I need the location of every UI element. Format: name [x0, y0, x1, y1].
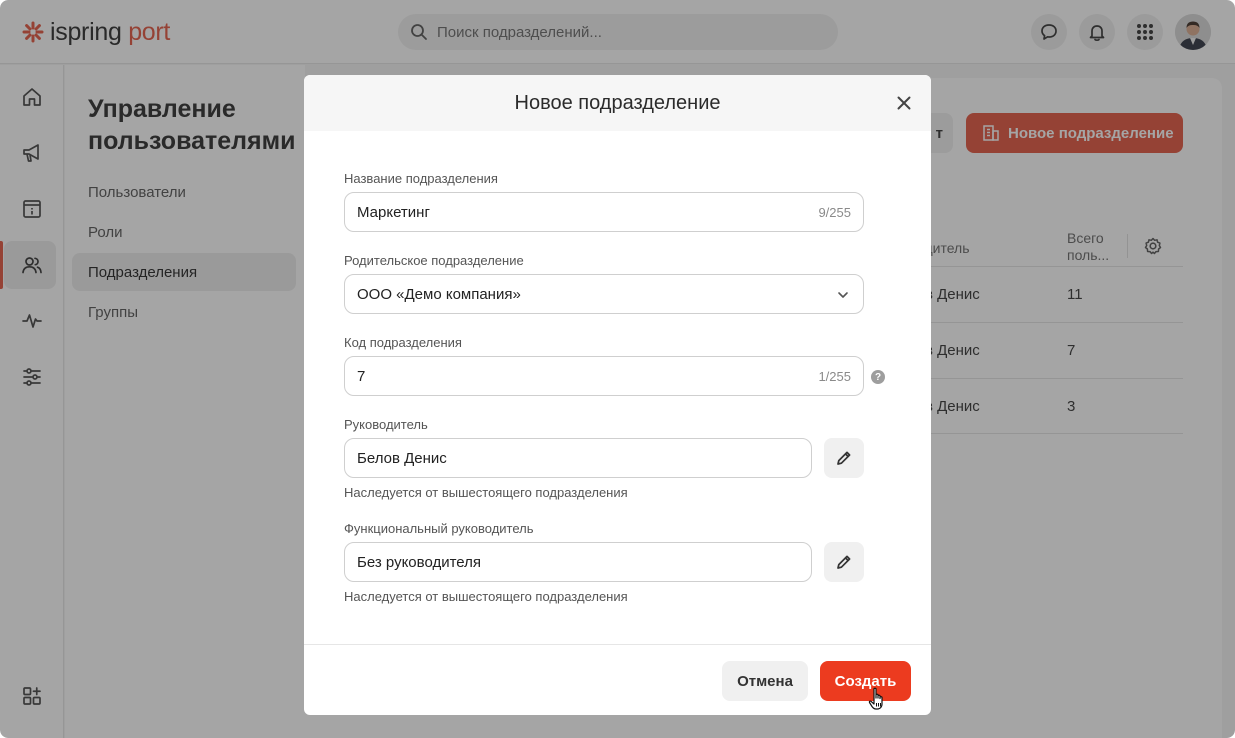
- chevron-down-icon: [838, 292, 848, 298]
- hand-cursor-icon: [868, 687, 883, 710]
- func-head-hint: Наследуется от вышестоящего подразделени…: [344, 589, 628, 604]
- parent-department-value: ООО «Демо компания»: [357, 285, 521, 303]
- create-button[interactable]: Создать: [820, 661, 911, 701]
- head-hint: Наследуется от вышестоящего подразделени…: [344, 485, 628, 500]
- head-value: Белов Денис: [357, 449, 447, 467]
- close-button[interactable]: [892, 91, 916, 115]
- department-code-input[interactable]: 7 1/255: [344, 356, 864, 396]
- head-field[interactable]: Белов Денис: [344, 438, 812, 478]
- dialog-header: Новое подразделение: [304, 75, 931, 131]
- name-char-counter: 9/255: [818, 205, 851, 220]
- code-label: Код подразделения: [344, 335, 462, 350]
- close-icon: [897, 96, 911, 110]
- func-head-label: Функциональный руководитель: [344, 521, 534, 536]
- edit-head-button[interactable]: [824, 438, 864, 478]
- functional-head-value: Без руководителя: [357, 553, 482, 571]
- department-name-value: Маркетинг: [357, 203, 430, 221]
- parent-department-select[interactable]: ООО «Демо компания»: [344, 274, 864, 314]
- pencil-icon: [837, 555, 851, 569]
- edit-functional-head-button[interactable]: [824, 542, 864, 582]
- functional-head-field[interactable]: Без руководителя: [344, 542, 812, 582]
- code-char-counter: 1/255: [818, 369, 851, 384]
- name-label: Название подразделения: [344, 171, 498, 186]
- dialog-footer: Отмена Создать: [304, 644, 931, 715]
- new-department-dialog: Новое подразделение Название подразделен…: [304, 75, 931, 715]
- pencil-icon: [837, 451, 851, 465]
- parent-label: Родительское подразделение: [344, 253, 524, 268]
- help-icon[interactable]: ?: [871, 370, 885, 384]
- cancel-button[interactable]: Отмена: [722, 661, 808, 701]
- head-label: Руководитель: [344, 417, 428, 432]
- dialog-title: Новое подразделение: [514, 92, 721, 114]
- department-code-value: 7: [357, 367, 366, 385]
- department-name-input[interactable]: Маркетинг 9/255: [344, 192, 864, 232]
